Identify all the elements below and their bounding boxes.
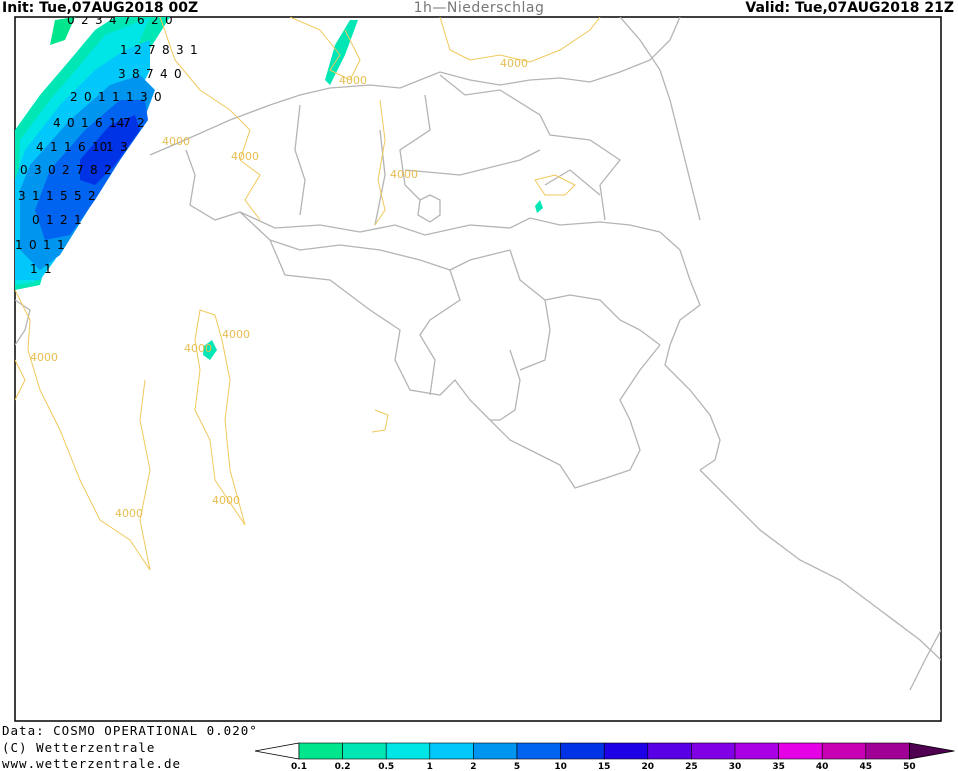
legend-tick-label: 35 [772,762,785,770]
legend-tick-label: 10 [554,762,567,770]
legend-swatch [603,742,649,760]
legend-swatch [734,742,779,760]
legend-tick-label: 45 [860,762,873,770]
legend-swatch [691,742,736,760]
legend-tick-label: 15 [598,762,611,770]
legend-swatch [647,742,692,760]
legend-swatch [778,742,823,760]
color-legend: 0.1 0.2 0.5 1 2 5 10 15 20 25 30 35 40 45 50 [254,742,955,770]
legend-swatch [516,742,561,760]
legend-swatch [429,742,474,760]
legend-tick-label: 1 [427,762,433,770]
legend-tick-label: 2 [470,762,476,770]
legend-tick-label: 20 [642,762,655,770]
legend-tick-label: 0.2 [335,762,351,770]
legend-swatch [865,742,910,760]
legend-tick-label: 5 [514,762,520,770]
legend-arrow-low [254,742,300,760]
legend-swatch [473,742,518,760]
legend-swatch [560,742,605,760]
legend-tick-label: 30 [729,762,742,770]
legend-swatch [342,742,387,760]
legend-swatch [298,742,343,760]
legend-swatch [385,742,431,760]
legend-arrow-high [909,742,955,760]
legend-swatch [821,742,867,760]
legend-tick-label: 25 [685,762,698,770]
legend-tick-label: 0.5 [378,762,394,770]
legend-tick-label: 0.1 [291,762,307,770]
legend-tick-label: 50 [903,762,916,770]
legend-tick-label: 40 [816,762,829,770]
